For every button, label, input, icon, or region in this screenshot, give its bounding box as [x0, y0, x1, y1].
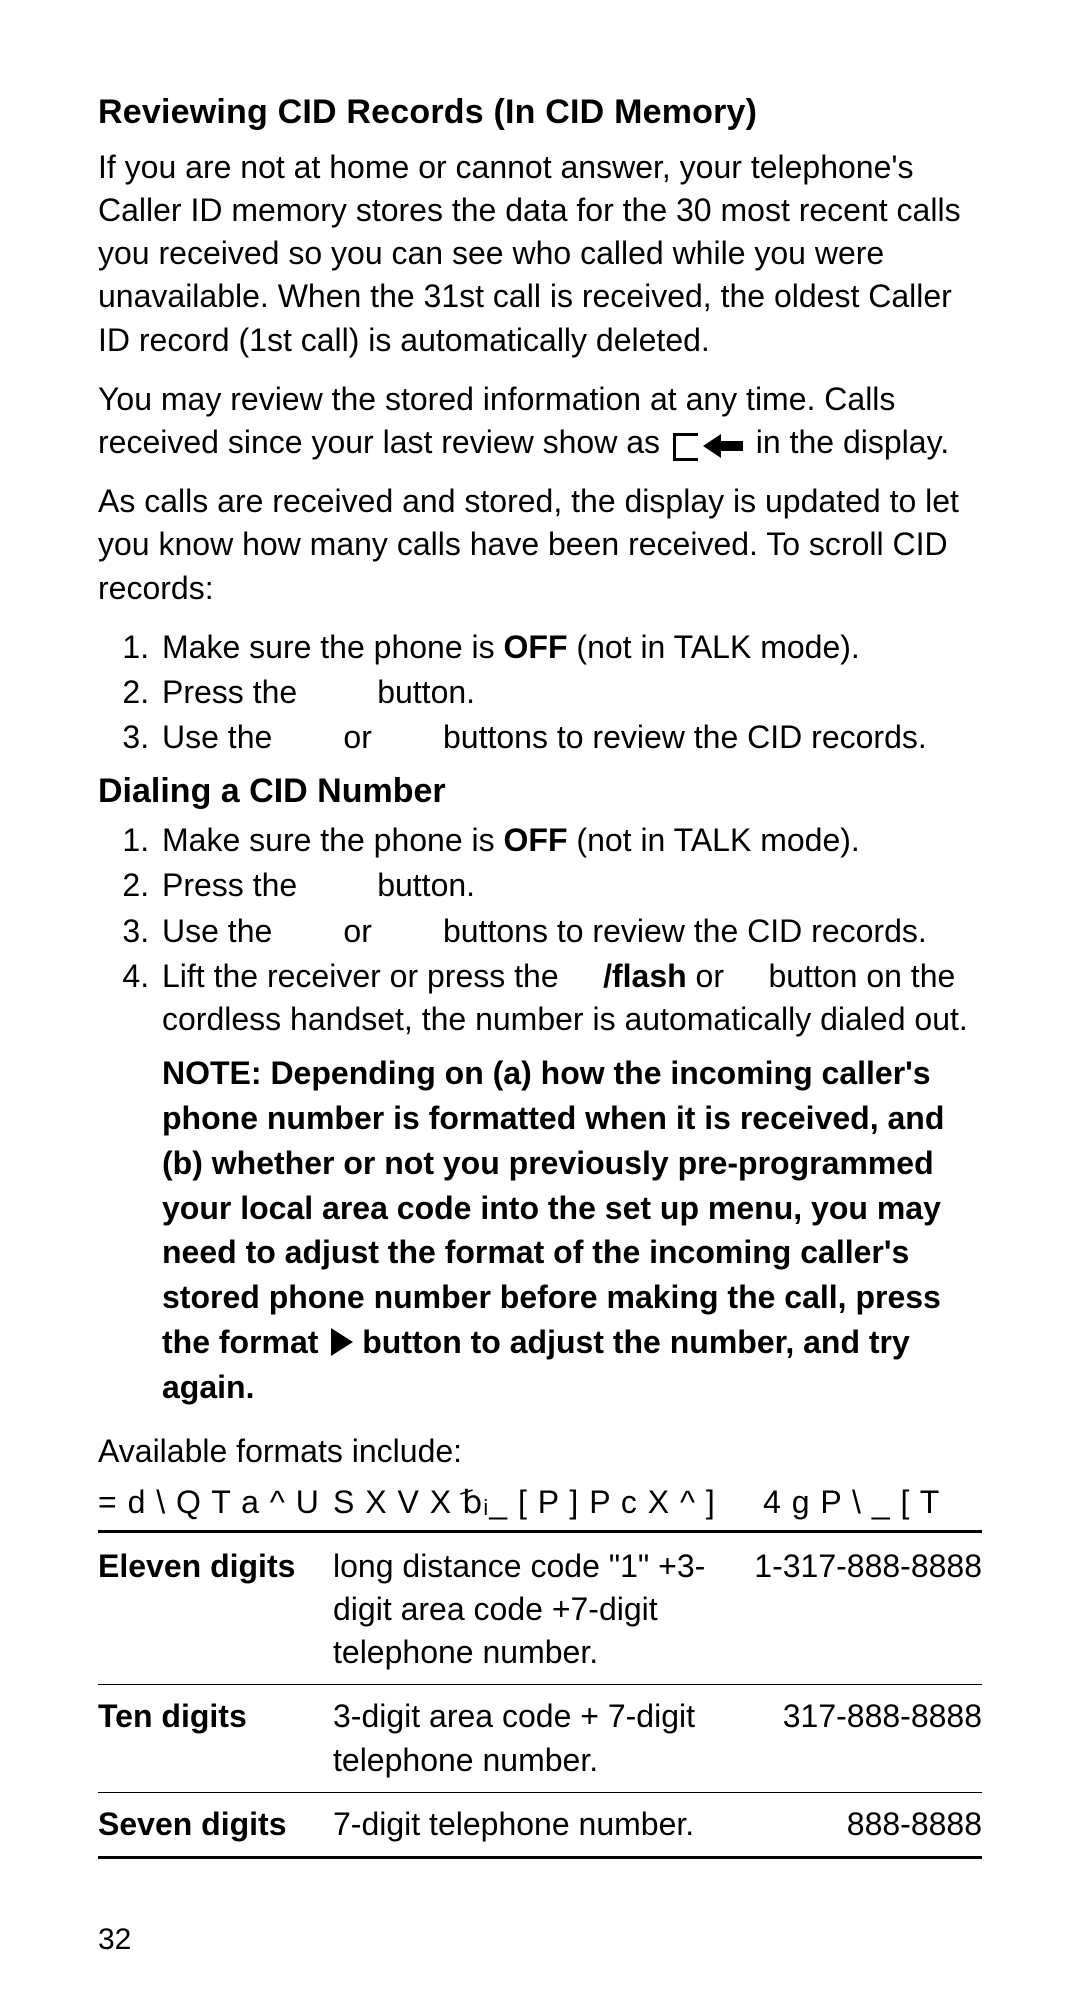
format-name: Ten digits — [98, 1685, 333, 1792]
format-name: Eleven digits — [98, 1535, 333, 1685]
formats-table: Eleven digits long distance code "1" +3-… — [98, 1535, 982, 1859]
page-number: 32 — [98, 1920, 131, 1961]
paragraph: You may review the stored information at… — [98, 378, 982, 464]
text-bold: OFF — [504, 629, 568, 665]
paragraph: As calls are received and stored, the di… — [98, 480, 982, 610]
format-desc: 7-digit telephone number. — [333, 1792, 733, 1857]
section-title-dialing: Dialing a CID Number — [98, 769, 982, 815]
step: Lift the receiver or press the /flash or… — [158, 955, 982, 1410]
step: Press the button. — [158, 864, 982, 907]
format-name: Seven digits — [98, 1792, 333, 1857]
table-row: Ten digits 3-digit area code + 7-digit t… — [98, 1685, 982, 1792]
table-row: Eleven digits long distance code "1" +3-… — [98, 1535, 982, 1685]
steps-list-reviewing: Make sure the phone is OFF (not in TALK … — [98, 626, 982, 760]
text: in the display. — [756, 424, 949, 460]
format-desc: 3-digit area code + 7-digit telephone nu… — [333, 1685, 733, 1792]
table-row: Seven digits 7-digit telephone number. 8… — [98, 1792, 982, 1857]
formats-header-row: = d \ Q T a ^ U S X V X ␢ᵢ_ [ P ] P c X … — [98, 1481, 982, 1533]
step: Make sure the phone is OFF (not in TALK … — [158, 626, 982, 669]
section-title-reviewing: Reviewing CID Records (In CID Memory) — [98, 90, 982, 136]
format-example: 317-888-8888 — [733, 1685, 982, 1792]
step: Use the or buttons to review the CID rec… — [158, 716, 982, 759]
note: NOTE: Depending on (a) how the incoming … — [162, 1051, 982, 1409]
format-example: 888-8888 — [733, 1792, 982, 1857]
formats-header-col2: S X V X ␢ᵢ_ [ P ] P c X ^ ] — [333, 1481, 733, 1524]
formats-intro: Available formats include: — [98, 1430, 982, 1473]
paragraph: If you are not at home or cannot answer,… — [98, 146, 982, 362]
text: Lift the receiver or press the — [162, 958, 603, 994]
note-text: NOTE: Depending on (a) how the incoming … — [162, 1055, 944, 1360]
text: (not in TALK mode). — [568, 629, 860, 665]
text-bold: OFF — [504, 822, 568, 858]
step: Press the button. — [158, 671, 982, 714]
formats-header-col1: = d \ Q T a ^ U — [98, 1481, 333, 1524]
steps-list-dialing: Make sure the phone is OFF (not in TALK … — [98, 819, 982, 1409]
new-call-indicator-icon — [673, 432, 743, 458]
text: (not in TALK mode). — [568, 822, 860, 858]
step: Make sure the phone is OFF (not in TALK … — [158, 819, 982, 862]
step: Use the or buttons to review the CID rec… — [158, 910, 982, 953]
format-right-icon — [331, 1328, 353, 1356]
text: Make sure the phone is — [162, 629, 504, 665]
text: Make sure the phone is — [162, 822, 504, 858]
format-desc: long distance code "1" +3-digit area cod… — [333, 1535, 733, 1685]
text-bold: /flash — [603, 958, 687, 994]
format-example: 1-317-888-8888 — [733, 1535, 982, 1685]
formats-header-col3: 4 g P \ _ [ T — [733, 1481, 982, 1524]
